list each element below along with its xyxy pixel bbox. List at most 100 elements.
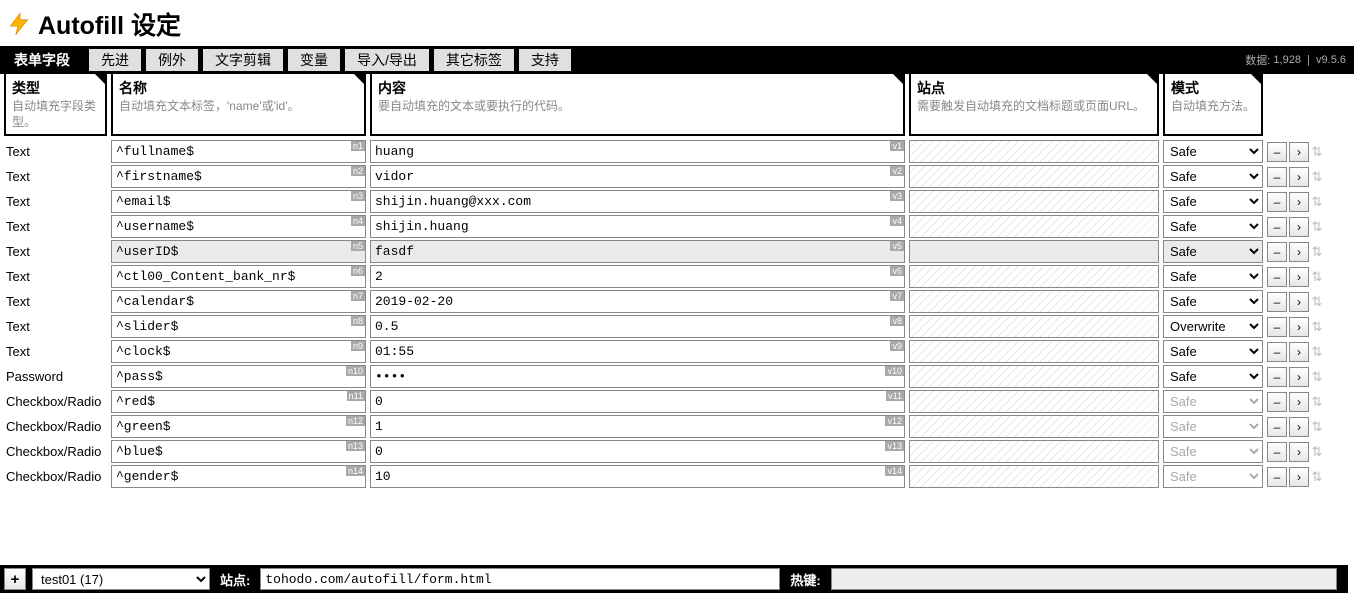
- value-input[interactable]: [370, 265, 905, 288]
- footer-hotkey-input[interactable]: [831, 568, 1337, 590]
- name-input[interactable]: [111, 290, 366, 313]
- value-input[interactable]: [370, 440, 905, 463]
- move-row-button[interactable]: ›: [1289, 342, 1309, 362]
- mode-select[interactable]: Safe: [1163, 290, 1263, 313]
- site-input[interactable]: [909, 215, 1159, 238]
- drag-handle-icon[interactable]: ⇅: [1311, 219, 1323, 235]
- move-row-button[interactable]: ›: [1289, 417, 1309, 437]
- name-input[interactable]: [111, 215, 366, 238]
- remove-row-button[interactable]: –: [1267, 392, 1287, 412]
- drag-handle-icon[interactable]: ⇅: [1311, 169, 1323, 185]
- move-row-button[interactable]: ›: [1289, 217, 1309, 237]
- move-row-button[interactable]: ›: [1289, 167, 1309, 187]
- drag-handle-icon[interactable]: ⇅: [1311, 469, 1323, 485]
- site-input[interactable]: [909, 440, 1159, 463]
- mode-select[interactable]: Safe: [1163, 390, 1263, 413]
- name-input[interactable]: [111, 465, 366, 488]
- name-input[interactable]: [111, 315, 366, 338]
- name-input[interactable]: [111, 190, 366, 213]
- name-input[interactable]: [111, 365, 366, 388]
- value-input[interactable]: [370, 390, 905, 413]
- name-input[interactable]: [111, 390, 366, 413]
- drag-handle-icon[interactable]: ⇅: [1311, 344, 1323, 360]
- site-input[interactable]: [909, 165, 1159, 188]
- site-input[interactable]: [909, 190, 1159, 213]
- type-cell[interactable]: Text: [4, 140, 107, 163]
- value-input[interactable]: [370, 415, 905, 438]
- value-input[interactable]: [370, 315, 905, 338]
- remove-row-button[interactable]: –: [1267, 192, 1287, 212]
- type-cell[interactable]: Checkbox/Radio: [4, 390, 107, 413]
- help-corner-icon[interactable]: [1249, 72, 1263, 86]
- drag-handle-icon[interactable]: ⇅: [1311, 294, 1323, 310]
- value-input[interactable]: [370, 215, 905, 238]
- type-cell[interactable]: Checkbox/Radio: [4, 415, 107, 438]
- name-input[interactable]: [111, 265, 366, 288]
- remove-row-button[interactable]: –: [1267, 342, 1287, 362]
- site-input[interactable]: [909, 140, 1159, 163]
- remove-row-button[interactable]: –: [1267, 242, 1287, 262]
- move-row-button[interactable]: ›: [1289, 442, 1309, 462]
- site-input[interactable]: [909, 465, 1159, 488]
- site-input[interactable]: [909, 290, 1159, 313]
- mode-select[interactable]: Safe: [1163, 340, 1263, 363]
- mode-select[interactable]: Safe: [1163, 215, 1263, 238]
- help-corner-icon[interactable]: [891, 72, 905, 86]
- type-cell[interactable]: Checkbox/Radio: [4, 440, 107, 463]
- mode-select[interactable]: Safe: [1163, 240, 1263, 263]
- value-input[interactable]: [370, 365, 905, 388]
- move-row-button[interactable]: ›: [1289, 392, 1309, 412]
- name-input[interactable]: [111, 415, 366, 438]
- help-corner-icon[interactable]: [93, 72, 107, 86]
- name-input[interactable]: [111, 440, 366, 463]
- type-cell[interactable]: Text: [4, 240, 107, 263]
- remove-row-button[interactable]: –: [1267, 467, 1287, 487]
- site-input[interactable]: [909, 315, 1159, 338]
- name-input[interactable]: [111, 240, 366, 263]
- remove-row-button[interactable]: –: [1267, 292, 1287, 312]
- value-input[interactable]: [370, 290, 905, 313]
- move-row-button[interactable]: ›: [1289, 267, 1309, 287]
- name-input[interactable]: [111, 340, 366, 363]
- profile-select[interactable]: test01 (17): [32, 568, 210, 590]
- remove-row-button[interactable]: –: [1267, 442, 1287, 462]
- value-input[interactable]: [370, 240, 905, 263]
- add-profile-button[interactable]: +: [4, 568, 26, 590]
- mode-select[interactable]: Safe: [1163, 365, 1263, 388]
- mode-select[interactable]: Safe: [1163, 165, 1263, 188]
- site-input[interactable]: [909, 240, 1159, 263]
- type-cell[interactable]: Text: [4, 165, 107, 188]
- drag-handle-icon[interactable]: ⇅: [1311, 444, 1323, 460]
- value-input[interactable]: [370, 465, 905, 488]
- drag-handle-icon[interactable]: ⇅: [1311, 394, 1323, 410]
- move-row-button[interactable]: ›: [1289, 292, 1309, 312]
- site-input[interactable]: [909, 340, 1159, 363]
- site-input[interactable]: [909, 265, 1159, 288]
- type-cell[interactable]: Text: [4, 290, 107, 313]
- mode-select[interactable]: Overwrite: [1163, 315, 1263, 338]
- type-cell[interactable]: Text: [4, 315, 107, 338]
- remove-row-button[interactable]: –: [1267, 317, 1287, 337]
- help-corner-icon[interactable]: [352, 72, 366, 86]
- remove-row-button[interactable]: –: [1267, 217, 1287, 237]
- drag-handle-icon[interactable]: ⇅: [1311, 369, 1323, 385]
- remove-row-button[interactable]: –: [1267, 167, 1287, 187]
- move-row-button[interactable]: ›: [1289, 192, 1309, 212]
- drag-handle-icon[interactable]: ⇅: [1311, 144, 1323, 160]
- drag-handle-icon[interactable]: ⇅: [1311, 319, 1323, 335]
- move-row-button[interactable]: ›: [1289, 142, 1309, 162]
- mode-select[interactable]: Safe: [1163, 465, 1263, 488]
- remove-row-button[interactable]: –: [1267, 367, 1287, 387]
- remove-row-button[interactable]: –: [1267, 417, 1287, 437]
- type-cell[interactable]: Text: [4, 215, 107, 238]
- drag-handle-icon[interactable]: ⇅: [1311, 244, 1323, 260]
- drag-handle-icon[interactable]: ⇅: [1311, 269, 1323, 285]
- site-input[interactable]: [909, 365, 1159, 388]
- name-input[interactable]: [111, 165, 366, 188]
- site-input[interactable]: [909, 390, 1159, 413]
- mode-select[interactable]: Safe: [1163, 265, 1263, 288]
- move-row-button[interactable]: ›: [1289, 467, 1309, 487]
- mode-select[interactable]: Safe: [1163, 440, 1263, 463]
- mode-select[interactable]: Safe: [1163, 415, 1263, 438]
- value-input[interactable]: [370, 165, 905, 188]
